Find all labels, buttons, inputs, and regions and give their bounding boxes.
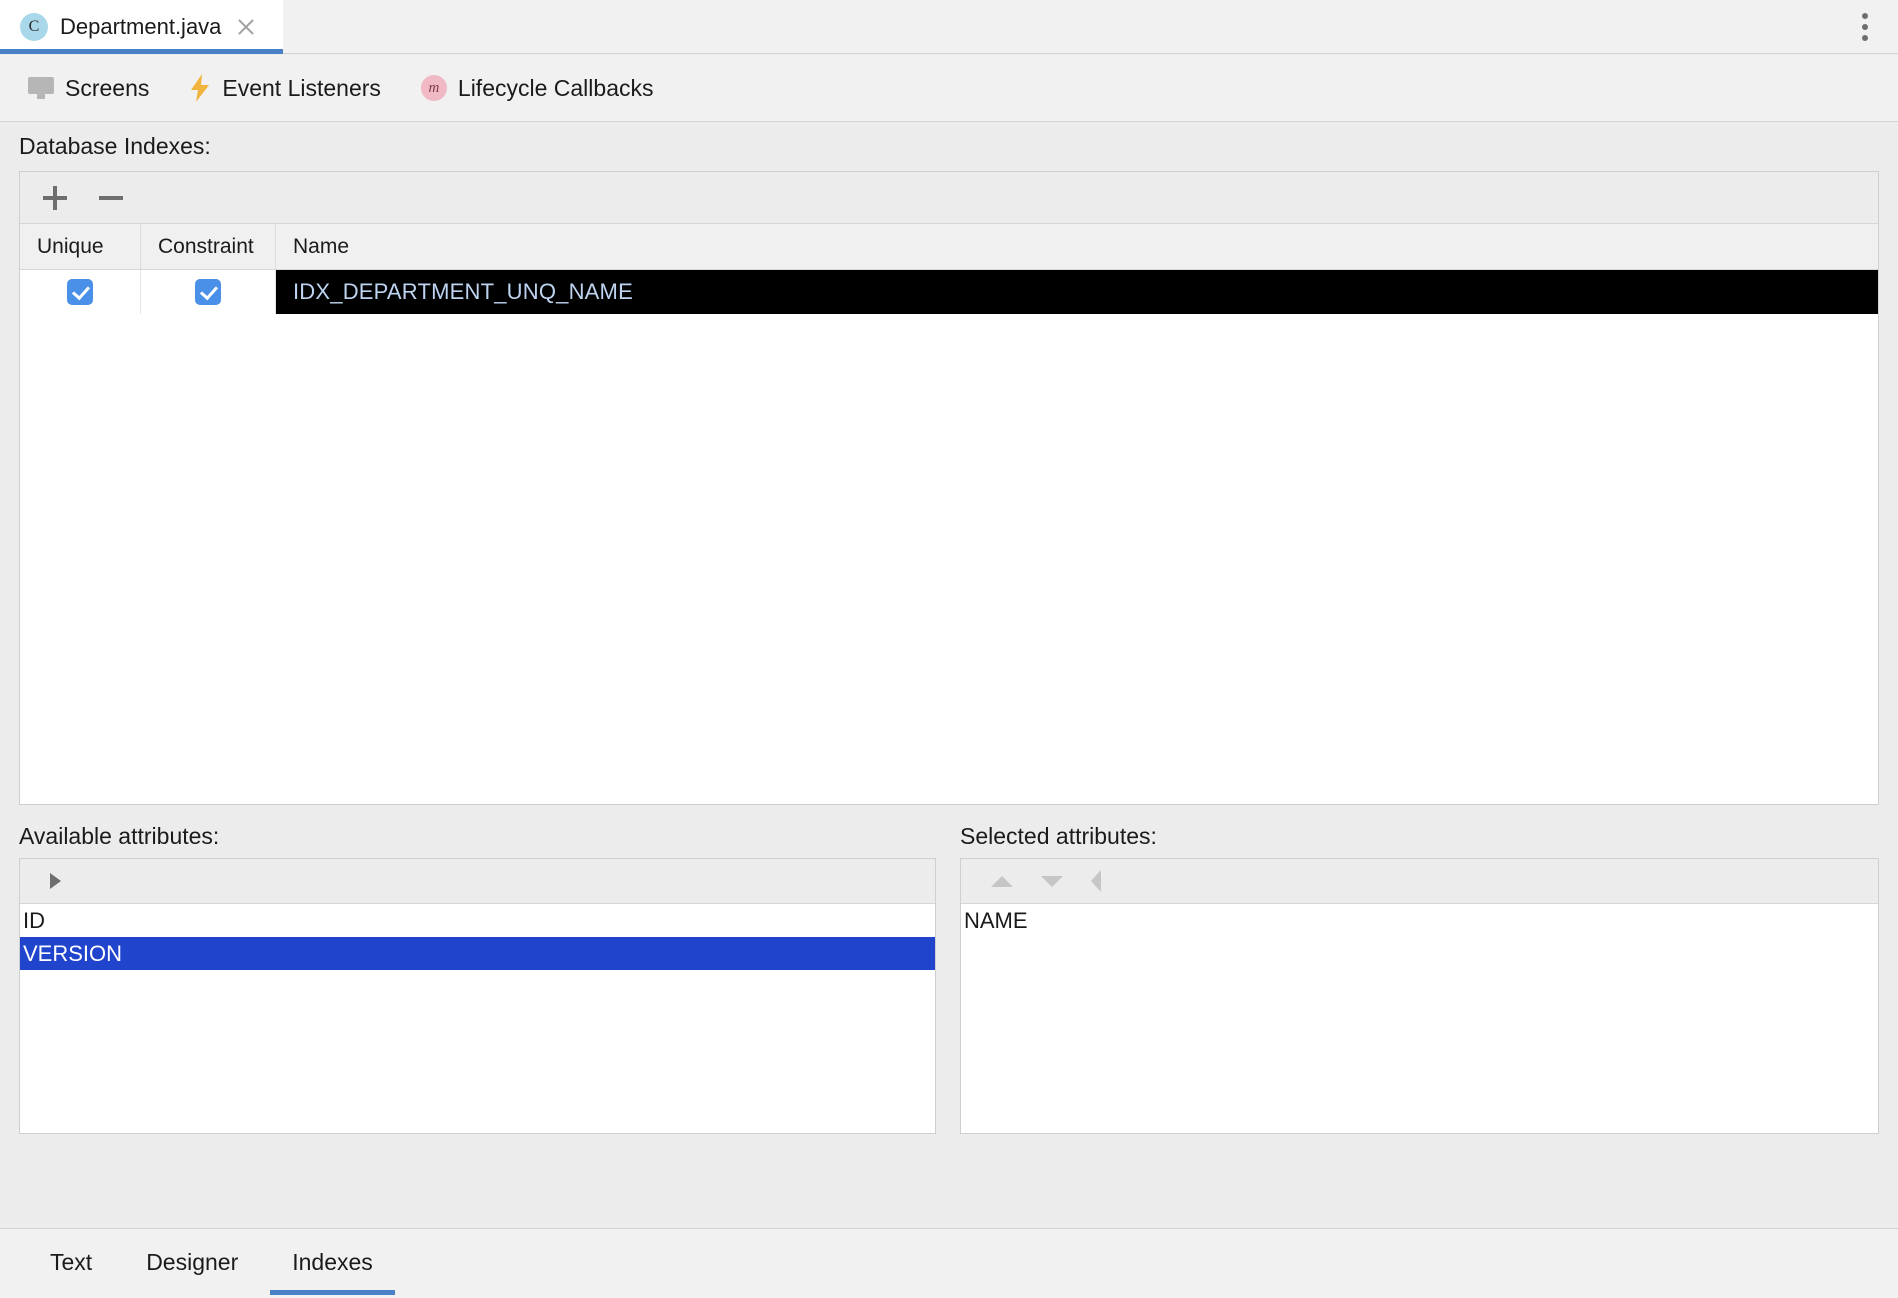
- screen-monitor-icon: [28, 77, 54, 99]
- selected-attributes-list: NAME: [961, 904, 1878, 937]
- minus-icon[interactable]: [96, 182, 128, 214]
- list-item-label: NAME: [964, 908, 1028, 934]
- method-circle-icon: m: [421, 75, 447, 101]
- column-header-constraint[interactable]: Constraint: [141, 224, 276, 269]
- selected-attributes-label: Selected attributes:: [960, 823, 1157, 850]
- nav-item-label: Screens: [65, 75, 149, 102]
- list-item[interactable]: NAME: [961, 904, 1878, 937]
- editor-tab-bar: C Department.java: [0, 0, 1898, 54]
- indexes-editor-content: Database Indexes: Unique Constraint Name: [0, 123, 1898, 1228]
- persistence-nav-strip: Screens Event Listeners m Lifecycle Call…: [0, 55, 1898, 122]
- editor-mode-tabs: Text Designer Indexes: [0, 1228, 1898, 1298]
- nav-item-event-listeners[interactable]: Event Listeners: [189, 68, 381, 108]
- indexes-toolbar: [20, 172, 1878, 224]
- triangle-left-icon[interactable]: [1091, 870, 1101, 892]
- tab-designer[interactable]: Designer: [124, 1229, 260, 1295]
- plus-icon[interactable]: [40, 182, 72, 214]
- list-item[interactable]: VERSION: [20, 937, 935, 970]
- triangle-up-icon[interactable]: [991, 876, 1013, 887]
- selected-attributes-panel: NAME: [960, 858, 1879, 1134]
- tab-indexes[interactable]: Indexes: [270, 1229, 395, 1295]
- selected-attributes-toolbar: [961, 859, 1878, 904]
- available-attributes-list: ID VERSION: [20, 904, 935, 970]
- database-indexes-panel: Unique Constraint Name IDX_DEPARTMENT_UN…: [19, 171, 1879, 805]
- available-attributes-label: Available attributes:: [19, 823, 219, 850]
- indexes-table-header: Unique Constraint Name: [20, 224, 1878, 270]
- nav-item-screens[interactable]: Screens: [28, 68, 149, 108]
- close-icon[interactable]: [235, 16, 257, 38]
- column-header-name[interactable]: Name: [276, 224, 1878, 269]
- available-attributes-panel: ID VERSION: [19, 858, 936, 1134]
- editor-tab-label: Department.java: [60, 14, 221, 40]
- tab-label: Designer: [146, 1249, 238, 1276]
- tab-label: Indexes: [292, 1249, 373, 1276]
- editor-tab-department-java[interactable]: C Department.java: [0, 0, 283, 54]
- cell-unique: [20, 270, 141, 314]
- cell-index-name[interactable]: IDX_DEPARTMENT_UNQ_NAME: [276, 270, 1878, 314]
- database-indexes-label: Database Indexes:: [19, 133, 211, 160]
- nav-item-lifecycle-callbacks[interactable]: m Lifecycle Callbacks: [421, 68, 654, 108]
- list-item-label: ID: [23, 908, 45, 934]
- nav-item-label: Event Listeners: [222, 75, 381, 102]
- kebab-dot: [1862, 13, 1868, 19]
- nav-item-label: Lifecycle Callbacks: [458, 75, 654, 102]
- constraint-checkbox[interactable]: [195, 279, 221, 305]
- app-root: C Department.java Screens Event Listener…: [0, 0, 1898, 1298]
- available-attributes-toolbar: [20, 859, 935, 904]
- list-item[interactable]: ID: [20, 904, 935, 937]
- tab-label: Text: [50, 1249, 92, 1276]
- kebab-menu-icon[interactable]: [1850, 10, 1880, 44]
- triangle-right-icon[interactable]: [50, 873, 61, 889]
- table-row[interactable]: IDX_DEPARTMENT_UNQ_NAME: [20, 270, 1878, 314]
- unique-checkbox[interactable]: [67, 279, 93, 305]
- column-header-unique[interactable]: Unique: [20, 224, 141, 269]
- java-class-icon: C: [20, 13, 48, 41]
- lightning-bolt-icon: [189, 74, 211, 102]
- index-name-text: IDX_DEPARTMENT_UNQ_NAME: [293, 279, 633, 305]
- tab-text[interactable]: Text: [28, 1229, 114, 1295]
- kebab-dot: [1862, 24, 1868, 30]
- triangle-down-icon[interactable]: [1041, 876, 1063, 887]
- list-item-label: VERSION: [23, 941, 122, 967]
- kebab-dot: [1862, 35, 1868, 41]
- cell-constraint: [141, 270, 276, 314]
